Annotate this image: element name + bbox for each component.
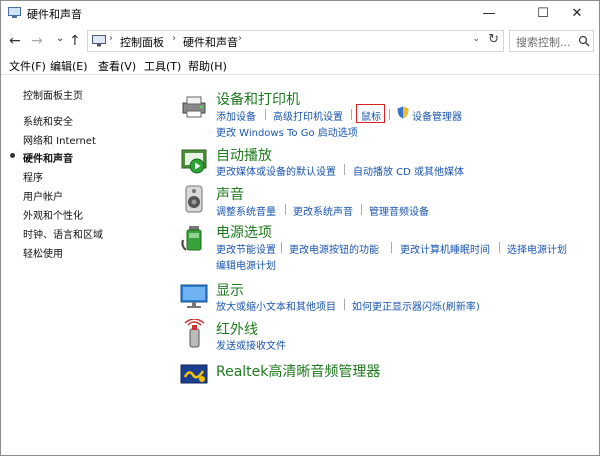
shield-icon [397,106,409,119]
control-panel-small-icon [92,35,106,47]
category-title-autoplay[interactable]: 自动播放 [216,145,272,165]
link-zoom-text[interactable]: 放大或缩小文本和其他项目 [216,298,336,313]
breadcrumb-hardware-sound[interactable]: 硬件和声音 [183,34,238,50]
menu-file[interactable]: 文件(F) [9,58,46,74]
autoplay-icon [181,149,207,174]
link-change-power-saving[interactable]: 更改节能设置 [216,241,276,256]
back-button[interactable]: ← [9,32,21,50]
search-placeholder: 搜索控制... [516,36,571,49]
link-separator [389,109,390,120]
link-separator [499,242,500,253]
search-input[interactable]: 搜索控制... [509,30,594,52]
sidebar-item-clock-language[interactable]: 时钟、语言和区域 [23,226,103,241]
breadcrumb-separator: › [238,33,242,44]
sidebar-item-network[interactable]: 网络和 Internet [23,132,96,147]
recent-locations-button[interactable]: ⌄ [56,30,64,48]
window-title: 硬件和声音 [27,8,82,21]
sidebar-item-appearance[interactable]: 外观和个性化 [23,207,83,222]
link-separator [265,109,266,120]
link-edit-power-plan[interactable]: 编辑电源计划 [216,257,276,272]
realtek-icon [180,364,208,384]
up-button[interactable]: ↑ [69,32,81,50]
link-separator [351,109,352,120]
category-title-sound[interactable]: 声音 [216,184,244,204]
title-bar: 硬件和声音 — ☐ ✕ [1,1,599,27]
sidebar-item-user-accounts[interactable]: 用户帐户 [23,188,63,203]
address-dropdown-icon[interactable]: ⌄ [472,34,480,44]
category-title-power[interactable]: 电源选项 [216,222,272,242]
link-change-default-media[interactable]: 更改媒体或设备的默认设置 [216,163,336,178]
sidebar-item-system-security[interactable]: 系统和安全 [23,113,73,128]
link-change-system-sounds[interactable]: 更改系统声音 [293,203,353,218]
refresh-icon[interactable]: ↻ [488,32,499,47]
address-row: ← → ⌄ ↑ › 控制面板 › 硬件和声音 › ⌄ ↻ 搜索控制... [1,28,599,54]
link-separator [344,164,345,175]
speaker-icon [185,185,203,213]
search-icon[interactable] [578,35,590,47]
category-title-devices-printers[interactable]: 设备和打印机 [216,89,300,109]
link-separator [391,242,392,253]
window: 硬件和声音 — ☐ ✕ ← → ⌄ ↑ › 控制面板 › 硬件和声音 › ⌄ ↻… [0,0,600,456]
menu-view[interactable]: 查看(V) [98,58,136,74]
link-mouse[interactable]: 鼠标 [361,108,381,123]
control-panel-icon [8,7,21,18]
category-title-realtek[interactable]: Realtek高清晰音频管理器 [216,361,380,381]
menu-edit[interactable]: 编辑(E) [50,58,88,74]
menu-help[interactable]: 帮助(H) [188,58,227,74]
menu-bar: 文件(F) 编辑(E) 查看(V) 工具(T) 帮助(H) [1,56,599,75]
link-change-sleep-time[interactable]: 更改计算机睡眠时间 [400,241,490,256]
address-bar[interactable]: › 控制面板 › 硬件和声音 › ⌄ ↻ [87,30,504,52]
link-fix-flicker[interactable]: 如何更正显示器闪烁(刷新率) [352,298,480,313]
active-bullet [10,153,15,158]
link-separator [361,204,362,215]
link-separator [285,204,286,215]
display-icon [180,284,208,308]
sidebar-item-hardware-sound[interactable]: 硬件和声音 [23,150,73,165]
power-icon [181,226,202,251]
link-power-button-function[interactable]: 更改电源按钮的功能 [289,241,379,256]
link-send-receive-files[interactable]: 发送或接收文件 [216,337,286,352]
link-advanced-printer-settings[interactable]: 高级打印机设置 [273,108,343,123]
menu-tools[interactable]: 工具(T) [144,58,181,74]
link-windows-to-go[interactable]: 更改 Windows To Go 启动选项 [216,124,358,139]
breadcrumb-separator: › [109,33,113,44]
sidebar-item-programs[interactable]: 程序 [23,169,43,184]
link-device-manager[interactable]: 设备管理器 [412,108,462,123]
category-title-display[interactable]: 显示 [216,280,244,300]
link-autoplay-cd[interactable]: 自动播放 CD 或其他媒体 [353,163,464,178]
breadcrumb-control-panel[interactable]: 控制面板 [120,34,164,50]
forward-button[interactable]: → [31,32,43,50]
breadcrumb-separator: › [172,33,176,44]
link-manage-audio-devices[interactable]: 管理音频设备 [369,203,429,218]
sidebar-item-ease-of-access[interactable]: 轻松使用 [23,245,63,260]
printer-icon [182,96,206,118]
link-choose-power-plan[interactable]: 选择电源计划 [507,241,567,256]
link-separator [281,242,282,253]
category-title-infrared[interactable]: 红外线 [216,319,258,339]
infrared-icon [184,319,205,348]
sidebar-item-home[interactable]: 控制面板主页 [23,87,83,102]
link-add-device[interactable]: 添加设备 [216,108,256,123]
close-button[interactable]: ✕ [555,1,599,27]
link-separator [344,299,345,310]
link-adjust-volume[interactable]: 调整系统音量 [216,203,276,218]
minimize-button[interactable]: — [467,1,511,27]
